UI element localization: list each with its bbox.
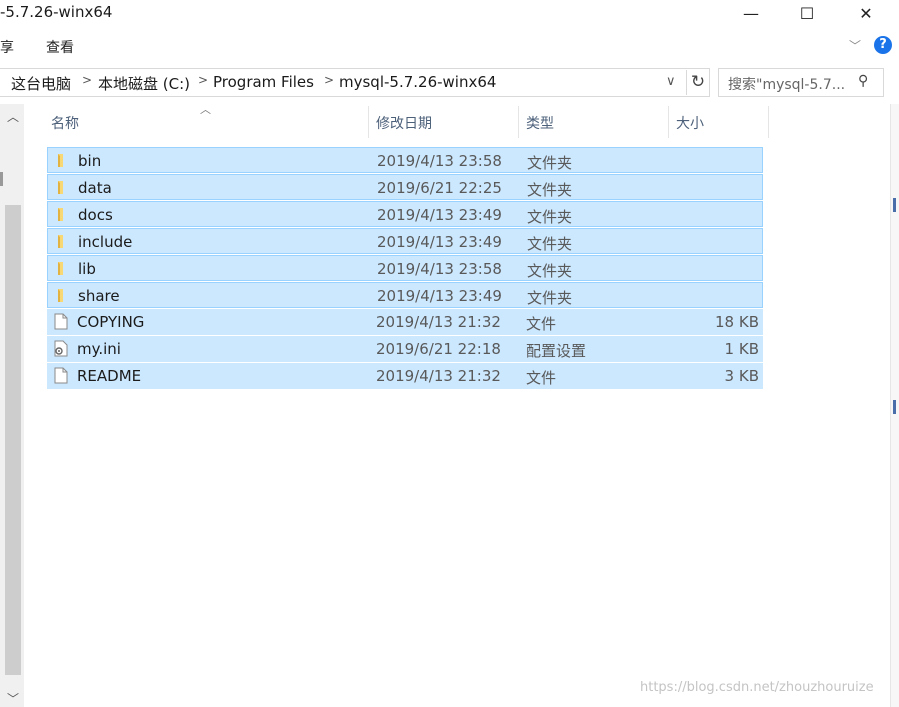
tab-share[interactable]: 享 bbox=[0, 37, 14, 57]
file-row[interactable]: README 2019/4/13 21:32 文件 3 KB bbox=[47, 363, 763, 389]
file-date-modified: 2019/6/21 22:25 bbox=[377, 179, 502, 197]
scroll-down-icon[interactable]: ﹀ bbox=[7, 690, 19, 707]
file-name: my.ini bbox=[77, 340, 121, 358]
file-type: 文件夹 bbox=[527, 208, 573, 226]
config-file-icon bbox=[53, 340, 69, 357]
scroll-up-icon[interactable]: ︿ bbox=[7, 108, 19, 125]
column-divider[interactable] bbox=[368, 106, 369, 138]
folder-icon bbox=[54, 152, 70, 169]
maximize-icon: ☐ bbox=[799, 3, 815, 23]
file-name: lib bbox=[78, 260, 96, 278]
breadcrumb-chevron-icon[interactable]: > bbox=[198, 73, 208, 87]
column-divider[interactable] bbox=[768, 106, 769, 138]
breadcrumb-local-disk[interactable]: 本地磁盘 (C:) bbox=[98, 73, 190, 94]
file-row[interactable]: docs 2019/4/13 23:49 文件夹 bbox=[47, 201, 763, 227]
right-edge-mark bbox=[893, 198, 896, 212]
file-size: 1 KB bbox=[724, 340, 759, 358]
refresh-icon[interactable]: ↻ bbox=[686, 70, 709, 95]
column-header-date[interactable]: 修改日期 bbox=[376, 113, 432, 133]
folder-icon bbox=[54, 260, 70, 277]
right-edge-mark bbox=[893, 400, 896, 414]
file-size: 3 KB bbox=[724, 367, 759, 385]
file-type: 文件夹 bbox=[527, 289, 573, 307]
folder-icon bbox=[54, 206, 70, 223]
search-icon: ⚲ bbox=[858, 73, 869, 89]
file-date-modified: 2019/4/13 21:32 bbox=[376, 313, 501, 331]
breadcrumb-this-pc[interactable]: 这台电脑 bbox=[11, 73, 71, 94]
ribbon-expand-icon[interactable]: ﹀ bbox=[849, 37, 861, 54]
column-header-type[interactable]: 类型 bbox=[526, 113, 554, 133]
file-date-modified: 2019/4/13 21:32 bbox=[376, 367, 501, 385]
window-title: -5.7.26-winx64 bbox=[0, 3, 113, 21]
file-name: docs bbox=[78, 206, 113, 224]
file-type: 文件 bbox=[526, 369, 557, 387]
close-button[interactable]: ✕ bbox=[843, 0, 889, 26]
close-icon: ✕ bbox=[859, 3, 873, 23]
column-header-size[interactable]: 大小 bbox=[676, 113, 704, 133]
file-name: COPYING bbox=[77, 313, 145, 331]
maximize-button[interactable]: ☐ bbox=[784, 0, 830, 26]
file-type: 文件夹 bbox=[527, 262, 573, 280]
column-header-name[interactable]: 名称 bbox=[51, 113, 79, 133]
file-row[interactable]: share 2019/4/13 23:49 文件夹 bbox=[47, 282, 763, 308]
file-date-modified: 2019/6/21 22:18 bbox=[376, 340, 501, 358]
file-size: 18 KB bbox=[715, 313, 759, 331]
file-date-modified: 2019/4/13 23:58 bbox=[377, 260, 502, 278]
minimize-button[interactable]: — bbox=[728, 0, 774, 26]
search-input[interactable]: 搜索"mysql-5.7... bbox=[728, 74, 845, 94]
breadcrumb-program-files[interactable]: Program Files bbox=[213, 73, 314, 91]
file-type: 文件 bbox=[526, 315, 557, 333]
file-date-modified: 2019/4/13 23:58 bbox=[377, 152, 502, 170]
file-name: include bbox=[78, 233, 133, 251]
watermark: https://blog.csdn.net/zhouzhouruize bbox=[640, 680, 874, 695]
folder-icon bbox=[54, 179, 70, 196]
nav-pane-edge-mark bbox=[0, 172, 3, 186]
file-type: 文件夹 bbox=[527, 181, 573, 199]
nav-pane-scroll-thumb[interactable] bbox=[5, 205, 21, 675]
file-date-modified: 2019/4/13 23:49 bbox=[377, 287, 502, 305]
file-type: 配置设置 bbox=[526, 342, 587, 360]
file-row[interactable]: COPYING 2019/4/13 21:32 文件 18 KB bbox=[47, 309, 763, 335]
sort-ascending-icon: ︿ bbox=[200, 103, 211, 116]
minimize-icon: — bbox=[743, 3, 759, 23]
folder-icon bbox=[54, 287, 70, 304]
column-divider[interactable] bbox=[518, 106, 519, 138]
column-divider[interactable] bbox=[668, 106, 669, 138]
file-row[interactable]: bin 2019/4/13 23:58 文件夹 bbox=[47, 147, 763, 173]
file-row[interactable]: include 2019/4/13 23:49 文件夹 bbox=[47, 228, 763, 254]
file-type: 文件夹 bbox=[527, 154, 573, 172]
breadcrumb-chevron-icon[interactable]: > bbox=[324, 73, 334, 87]
file-date-modified: 2019/4/13 23:49 bbox=[377, 206, 502, 224]
file-name: bin bbox=[78, 152, 102, 170]
help-icon[interactable]: ? bbox=[874, 36, 892, 54]
file-row[interactable]: my.ini 2019/6/21 22:18 配置设置 1 KB bbox=[47, 336, 763, 362]
file-name: data bbox=[78, 179, 112, 197]
tab-view[interactable]: 查看 bbox=[46, 37, 74, 57]
file-date-modified: 2019/4/13 23:49 bbox=[377, 233, 502, 251]
file-type: 文件夹 bbox=[527, 235, 573, 253]
address-dropdown-icon[interactable]: ∨ bbox=[666, 74, 676, 89]
file-icon bbox=[53, 367, 69, 384]
folder-icon bbox=[54, 233, 70, 250]
file-icon bbox=[53, 313, 69, 330]
file-row[interactable]: lib 2019/4/13 23:58 文件夹 bbox=[47, 255, 763, 281]
file-name: README bbox=[77, 367, 142, 385]
file-row[interactable]: data 2019/6/21 22:25 文件夹 bbox=[47, 174, 763, 200]
breadcrumb-mysql[interactable]: mysql-5.7.26-winx64 bbox=[339, 73, 496, 91]
file-name: share bbox=[78, 287, 120, 305]
breadcrumb-chevron-icon[interactable]: > bbox=[82, 73, 92, 87]
